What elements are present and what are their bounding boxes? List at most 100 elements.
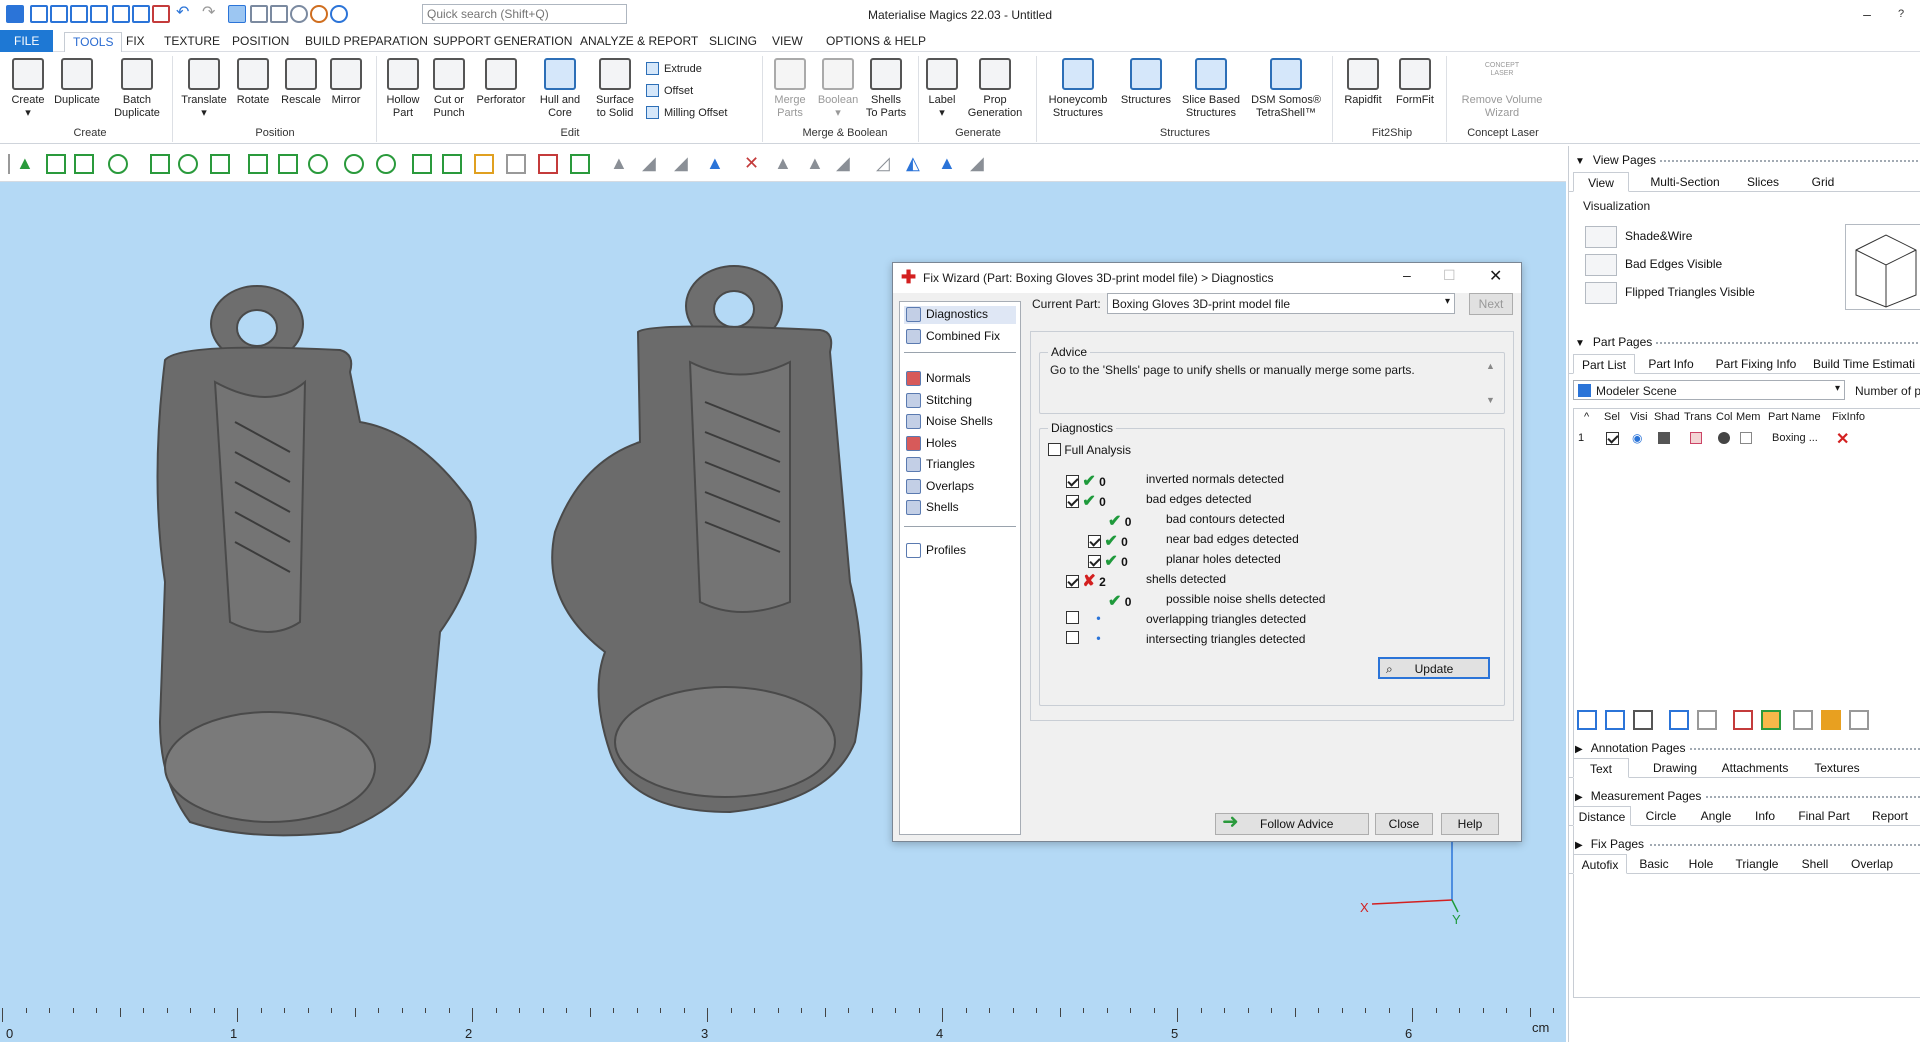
mark-area-icon[interactable]: ◢ <box>836 154 856 174</box>
vis-bad-edges[interactable]: Bad Edges Visible <box>1585 254 1722 276</box>
current-part-select[interactable]: Boxing Gloves 3D-print model file ▾ <box>1107 293 1455 314</box>
color-icon[interactable] <box>1718 432 1730 444</box>
nav-overlaps[interactable]: Overlaps <box>904 478 1016 496</box>
nav-noise-shells[interactable]: Noise Shells <box>904 413 1016 431</box>
milling-offset-button[interactable]: Milling Offset <box>646 106 727 119</box>
select-cube-icon[interactable] <box>412 154 432 174</box>
nav-stitching[interactable]: Stitching <box>904 392 1016 410</box>
expand-selection-icon[interactable] <box>570 154 590 174</box>
invert-selection-icon[interactable] <box>1633 710 1653 730</box>
rotate-button[interactable]: Rotate <box>232 58 274 107</box>
tab-part-info[interactable]: Part Info <box>1641 354 1701 374</box>
select-spoke-icon[interactable] <box>376 154 396 174</box>
menu-position[interactable]: POSITION <box>232 34 289 48</box>
select-lasso-icon[interactable] <box>178 154 198 174</box>
formfit-button[interactable]: FormFit <box>1392 58 1438 107</box>
col-visible[interactable]: Visi <box>1630 411 1648 423</box>
vis-shade-wire[interactable]: Shade&Wire <box>1585 226 1692 248</box>
checkbox[interactable] <box>1088 535 1101 548</box>
label-button[interactable]: Label ▾ <box>922 58 962 120</box>
surface-to-solid-button[interactable]: Surface to Solid <box>590 58 640 120</box>
select-radial-icon[interactable] <box>344 154 364 174</box>
tab-circle[interactable]: Circle <box>1635 806 1687 826</box>
close-button[interactable]: Close <box>1375 813 1433 835</box>
dialog-close-icon[interactable]: ✕ <box>1489 266 1502 286</box>
tab-basic[interactable]: Basic <box>1631 854 1677 874</box>
update-button[interactable]: ⌕ Update <box>1378 657 1490 679</box>
prop-generation-button[interactable]: Prop Generation <box>964 58 1026 120</box>
tab-report[interactable]: Report <box>1865 806 1915 826</box>
select-surface-icon[interactable] <box>46 154 66 174</box>
nav-holes[interactable]: Holes <box>904 435 1016 453</box>
checkbox[interactable] <box>1048 443 1061 456</box>
tab-grid[interactable]: Grid <box>1795 172 1851 192</box>
next-button[interactable]: Next <box>1469 293 1513 315</box>
mark-plane-icon[interactable]: ◢ <box>642 154 662 174</box>
checkbox[interactable] <box>1066 611 1079 624</box>
tab-text[interactable]: Text <box>1573 758 1629 778</box>
eye-icon[interactable]: ◉ <box>1632 431 1642 445</box>
boolean-button[interactable]: Boolean ▾ <box>814 58 862 120</box>
translate-button[interactable]: Translate ▾ <box>178 58 230 120</box>
honeycomb-button[interactable]: Honeycomb Structures <box>1042 58 1114 120</box>
checkbox[interactable] <box>1066 575 1079 588</box>
nav-shells[interactable]: Shells <box>904 499 1016 517</box>
tab-part-list[interactable]: Part List <box>1573 354 1635 374</box>
select-marked-icon[interactable] <box>474 154 494 174</box>
menu-analyze-report[interactable]: ANALYZE & REPORT <box>580 34 698 48</box>
tab-build-time[interactable]: Build Time Estimati <box>1813 354 1920 374</box>
view-cube[interactable] <box>1845 224 1920 310</box>
hull-and-core-button[interactable]: Hull and Core <box>536 58 584 120</box>
clear-marking-icon[interactable]: ◢ <box>970 154 990 174</box>
tab-triangle[interactable]: Triangle <box>1727 854 1787 874</box>
dialog-minimize-icon[interactable]: – <box>1403 267 1411 283</box>
menu-tools[interactable]: TOOLS <box>64 32 123 53</box>
menu-view[interactable]: VIEW <box>772 34 803 48</box>
col-part-name[interactable]: Part Name <box>1768 411 1821 423</box>
merge-parts-button[interactable]: Merge Parts <box>768 58 812 120</box>
settings-icon[interactable] <box>1849 710 1869 730</box>
offset-button[interactable]: Offset <box>646 84 693 97</box>
tab-textures[interactable]: Textures <box>1805 758 1869 778</box>
menu-texture[interactable]: TEXTURE <box>164 34 220 48</box>
tab-info[interactable]: Info <box>1745 806 1785 826</box>
mark-surface-icon[interactable]: ◢ <box>674 154 694 174</box>
table-row[interactable]: 1 ◉ Boxing ... ✕ <box>1574 429 1920 449</box>
tab-final-part[interactable]: Final Part <box>1789 806 1859 826</box>
tab-multi-section[interactable]: Multi-Section <box>1645 172 1725 192</box>
select-all-icon[interactable] <box>1605 710 1625 730</box>
tab-drawing[interactable]: Drawing <box>1643 758 1707 778</box>
checkbox[interactable] <box>1066 631 1079 644</box>
row-select-checkbox[interactable] <box>1606 432 1619 445</box>
tag-icon[interactable] <box>1793 710 1813 730</box>
nav-triangles[interactable]: Triangles <box>904 456 1016 474</box>
col-color[interactable]: Col <box>1716 411 1733 423</box>
rescale-button[interactable]: Rescale <box>278 58 324 107</box>
unmark-icon[interactable]: ✕ <box>744 154 764 174</box>
col-sort[interactable]: ^ <box>1584 411 1589 423</box>
shaded-icon[interactable] <box>1658 432 1670 444</box>
menu-slicing[interactable]: SLICING <box>709 34 757 48</box>
nav-combined-fix[interactable]: Combined Fix <box>904 328 1016 346</box>
mark-connected-icon[interactable]: ▲ <box>806 154 826 174</box>
remove-part-icon[interactable] <box>1733 710 1753 730</box>
remove-volume-wizard-button[interactable]: CONCEPT LASER Remove Volume Wizard <box>1452 58 1552 120</box>
minimize-icon[interactable]: – <box>1852 3 1882 25</box>
duplicate-button[interactable]: Duplicate <box>50 58 104 107</box>
tab-distance[interactable]: Distance <box>1573 806 1631 826</box>
col-transparent[interactable]: Trans <box>1684 411 1712 423</box>
tab-view[interactable]: View <box>1573 172 1629 192</box>
mark-triangle-icon[interactable]: ▲ <box>610 154 630 174</box>
part-colors-icon[interactable] <box>1761 710 1781 730</box>
follow-advice-button[interactable]: ➜ Follow Advice <box>1215 812 1369 835</box>
menu-file[interactable]: FILE <box>0 30 54 52</box>
checkbox[interactable] <box>1066 495 1079 508</box>
menu-options-help[interactable]: OPTIONS & HELP <box>826 34 926 48</box>
mirror-button[interactable]: Mirror <box>326 58 366 107</box>
col-memory[interactable]: Mem <box>1736 411 1760 423</box>
scroll-up-icon[interactable]: ▲ <box>1486 361 1495 371</box>
mark-box-icon[interactable]: ▲ <box>774 154 794 174</box>
checkbox[interactable] <box>1088 555 1101 568</box>
select-star-icon[interactable] <box>308 154 328 174</box>
tab-autofix[interactable]: Autofix <box>1573 854 1627 874</box>
